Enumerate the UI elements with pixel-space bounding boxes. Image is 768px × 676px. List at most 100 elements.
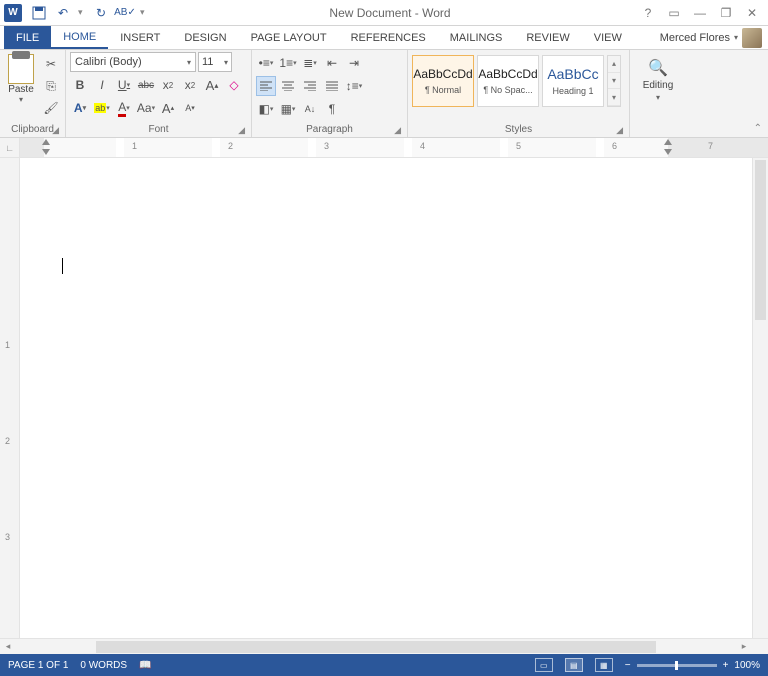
paste-button[interactable]: Paste ▾ (4, 52, 38, 104)
subscript-button[interactable]: x2 (158, 75, 178, 95)
chevron-down-icon: ▾ (734, 33, 738, 42)
collapse-ribbon-icon[interactable]: ⌃ (754, 123, 762, 134)
scroll-left-icon[interactable]: ◂ (0, 639, 16, 654)
tab-design[interactable]: DESIGN (172, 26, 238, 49)
paste-label: Paste (8, 84, 34, 95)
change-case-button[interactable]: Aa▾ (136, 98, 156, 118)
copy-icon[interactable]: ⎘ (41, 76, 61, 96)
tab-selector[interactable]: ∟ (0, 138, 20, 157)
horizontal-scrollbar[interactable]: ◂ ▸ (0, 638, 768, 654)
indent-marker-right[interactable] (664, 139, 673, 155)
shading-button[interactable]: ◧▾ (256, 99, 276, 119)
align-right-button[interactable] (300, 76, 320, 96)
tab-view[interactable]: VIEW (582, 26, 634, 49)
multilevel-list-button[interactable]: ≣▾ (300, 53, 320, 73)
dropdown-icon[interactable]: ▾ (78, 7, 86, 18)
minimize-button[interactable]: — (692, 6, 708, 20)
horizontal-ruler[interactable]: ∟ 1 2 3 4 5 6 7 (0, 138, 768, 158)
user-account[interactable]: Merced Flores ▾ (654, 26, 768, 49)
group-label: Paragraph◢ (256, 123, 403, 137)
dialog-launcher-icon[interactable]: ◢ (238, 125, 245, 136)
zoom-out-button[interactable]: − (625, 660, 631, 671)
indent-marker-left[interactable] (42, 139, 51, 155)
chevron-down-icon: ▾ (19, 95, 23, 104)
restore-button[interactable]: ❐ (718, 6, 734, 20)
word-count[interactable]: 0 WORDS (80, 660, 127, 671)
ribbon: Paste ▾ ✂ ⎘ 🖌 Clipboard◢ Calibri (Body)▾… (0, 50, 768, 138)
show-hide-button[interactable]: ¶ (322, 99, 342, 119)
format-painter-icon[interactable]: 🖌 (41, 98, 61, 118)
window-controls: ? ▭ — ❐ ✕ (632, 6, 768, 20)
bullets-button[interactable]: •≡▾ (256, 53, 276, 73)
style-normal[interactable]: AaBbCcDd¶ Normal (412, 55, 474, 107)
justify-button[interactable] (322, 76, 342, 96)
group-clipboard: Paste ▾ ✂ ⎘ 🖌 Clipboard◢ (0, 50, 66, 137)
bold-button[interactable]: B (70, 75, 90, 95)
font-name-selector[interactable]: Calibri (Body)▾ (70, 52, 196, 72)
tab-file[interactable]: FILE (4, 26, 51, 49)
line-spacing-button[interactable]: ↕≡▾ (344, 76, 364, 96)
clear-formatting-button[interactable]: ◇ (224, 75, 244, 95)
group-font: Calibri (Body)▾ 11▾ B I U▾ abc x2 x2 A▴ … (66, 50, 252, 137)
style-no-spacing[interactable]: AaBbCcDd¶ No Spac... (477, 55, 539, 107)
print-layout-icon[interactable]: ▤ (565, 658, 583, 672)
read-mode-icon[interactable]: ▭ (535, 658, 553, 672)
decrease-indent-button[interactable]: ⇤ (322, 53, 342, 73)
group-paragraph: •≡▾ 1≡▾ ≣▾ ⇤ ⇥ ↕≡▾ ◧▾ ▦▾ A↓ ¶ Paragraph◢ (252, 50, 408, 137)
dialog-launcher-icon[interactable]: ◢ (616, 125, 623, 136)
zoom-control[interactable]: − + 100% (625, 660, 760, 671)
zoom-slider[interactable] (637, 664, 717, 667)
dropdown-icon[interactable]: ▾ (140, 7, 148, 18)
tab-references[interactable]: REFERENCES (339, 26, 438, 49)
redo-icon[interactable]: ↻ (92, 4, 110, 22)
tab-insert[interactable]: INSERT (108, 26, 172, 49)
ribbon-display-options[interactable]: ▭ (666, 6, 682, 20)
text-effects-button[interactable]: A▾ (70, 98, 90, 118)
highlight-button[interactable]: ab▾ (92, 98, 112, 118)
styles-gallery-scroll[interactable]: ▴▾▾ (607, 55, 621, 107)
zoom-level[interactable]: 100% (734, 660, 760, 671)
align-left-button[interactable] (256, 76, 276, 96)
help-button[interactable]: ? (640, 6, 656, 20)
save-icon[interactable] (30, 4, 48, 22)
shrink-font-button[interactable]: A▾ (180, 98, 200, 118)
spellcheck-icon[interactable]: AB✓ (116, 4, 134, 22)
page-indicator[interactable]: PAGE 1 OF 1 (8, 660, 68, 671)
increase-indent-button[interactable]: ⇥ (344, 53, 364, 73)
cut-icon[interactable]: ✂ (41, 54, 61, 74)
quick-access-toolbar: ↶ ▾ ↻ AB✓ ▾ (30, 4, 148, 22)
vertical-scrollbar[interactable] (752, 158, 768, 638)
tab-home[interactable]: HOME (51, 26, 108, 49)
borders-button[interactable]: ▦▾ (278, 99, 298, 119)
numbering-button[interactable]: 1≡▾ (278, 53, 298, 73)
editing-button[interactable]: 🔍 Editing ▾ (634, 52, 682, 102)
grow-font-button[interactable]: A▴ (202, 75, 222, 95)
document-page[interactable] (20, 158, 752, 638)
dialog-launcher-icon[interactable]: ◢ (52, 125, 59, 136)
align-center-button[interactable] (278, 76, 298, 96)
tab-review[interactable]: REVIEW (514, 26, 581, 49)
vertical-ruler[interactable]: 1 2 3 (0, 158, 20, 638)
font-size-selector[interactable]: 11▾ (198, 52, 232, 72)
chevron-down-icon: ▾ (656, 93, 660, 102)
dialog-launcher-icon[interactable]: ◢ (394, 125, 401, 136)
strikethrough-button[interactable]: abc (136, 75, 156, 95)
italic-button[interactable]: I (92, 75, 112, 95)
group-styles: AaBbCcDd¶ Normal AaBbCcDd¶ No Spac... Aa… (408, 50, 630, 137)
font-color-button[interactable]: A▾ (114, 98, 134, 118)
superscript-button[interactable]: x2 (180, 75, 200, 95)
scroll-right-icon[interactable]: ▸ (736, 639, 752, 654)
underline-button[interactable]: U▾ (114, 75, 134, 95)
tab-mailings[interactable]: MAILINGS (438, 26, 515, 49)
editing-label: Editing (643, 80, 674, 91)
grow-font-button[interactable]: A▴ (158, 98, 178, 118)
web-layout-icon[interactable]: ▦ (595, 658, 613, 672)
spellcheck-status-icon[interactable]: 📖 (139, 660, 151, 671)
tab-page-layout[interactable]: PAGE LAYOUT (239, 26, 339, 49)
group-editing: 🔍 Editing ▾ (630, 50, 686, 137)
close-button[interactable]: ✕ (744, 6, 760, 20)
sort-button[interactable]: A↓ (300, 99, 320, 119)
undo-icon[interactable]: ↶ (54, 4, 72, 22)
zoom-in-button[interactable]: + (723, 660, 729, 671)
style-heading-1[interactable]: AaBbCcHeading 1 (542, 55, 604, 107)
